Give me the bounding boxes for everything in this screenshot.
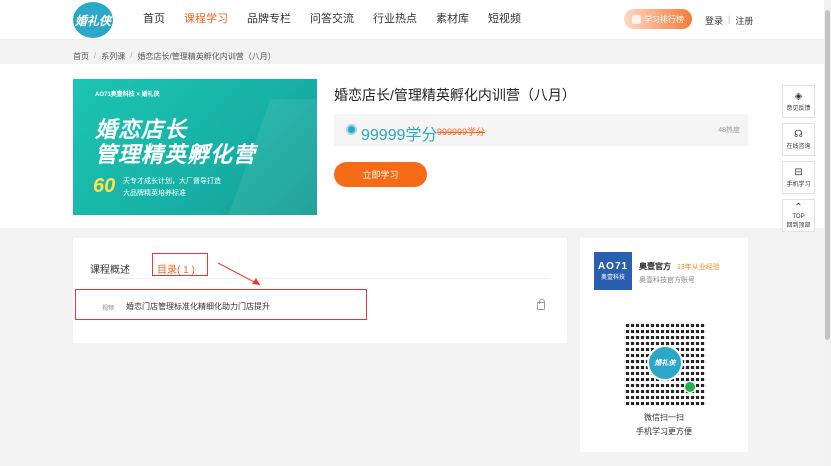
auth-links: 登录 | 注册 (705, 14, 753, 27)
auth-separator: | (728, 14, 731, 24)
trophy-icon (632, 14, 641, 24)
mobile-learning-label: 手机学习 (786, 182, 811, 188)
banner-number: 60 (93, 175, 116, 197)
catalog-highlight-box (152, 253, 208, 276)
banner-subtitle1: 天专才成长计划，大厂督导打造 (123, 178, 221, 185)
feedback-tool[interactable]: ◈ 意见反馈 (782, 85, 815, 118)
org-logo[interactable]: AO71 奥壹科技 (594, 252, 632, 290)
org-logo-line1: AO71 (597, 261, 629, 272)
back-to-top-tool[interactable]: ⌃ TOP 回到顶部 (782, 199, 815, 232)
scrollbar-thumb[interactable] (825, 10, 830, 340)
tab-overview[interactable]: 课程概述 (90, 261, 130, 276)
page-scrollbar[interactable] (824, 0, 831, 466)
organization-panel: AO71 奥壹科技 奥壹官方 13年从业经验 奥壹科技官方账号 婚礼侠 微信扫一… (580, 238, 748, 452)
breadcrumb-series[interactable]: 系列课 (101, 51, 125, 62)
price-box: 99999学分 999999学分 48热度 (334, 114, 748, 146)
consult-label: 在线咨询 (786, 144, 811, 150)
learning-rank-button[interactable]: 学习排行榜 (624, 9, 692, 29)
org-experience: 13年从业经验 (677, 264, 720, 271)
course-banner: AO71奥壹科技 × 婚礼侠 婚恋店长 管理精英孵化营 60 天专才成长计划，大… (73, 79, 317, 215)
register-link[interactable]: 注册 (735, 14, 753, 27)
banner-subtitle2: 大品牌精英培养标准 (123, 190, 186, 197)
breadcrumb-current: 婚恋店长/管理精英孵化内训营（八月） (137, 52, 276, 61)
banner-brand: AO71奥壹科技 × 婚礼侠 (95, 92, 160, 98)
breadcrumb-separator: / (130, 51, 133, 60)
breadcrumb-separator: / (94, 51, 97, 60)
nav-home[interactable]: 首页 (143, 12, 165, 26)
scan-icon: ⊟ (794, 167, 803, 178)
course-price: 99999学分 (361, 127, 438, 144)
scan-benefit: 手机学习更方便 (636, 427, 692, 436)
nav-brand-column[interactable]: 品牌专栏 (247, 12, 291, 26)
nav-industry-news[interactable]: 行业热点 (373, 12, 417, 26)
side-toolbar: ◈ 意见反馈 ☊ 在线咨询 ⊟ 手机学习 ⌃ TOP 回到顶部 (782, 85, 815, 237)
tag-icon: ◈ (794, 91, 803, 102)
lesson-highlight-box (75, 289, 367, 320)
breadcrumb: 首页 / 系列课 / 婚恋店长/管理精英孵化内训营（八月） (73, 51, 276, 62)
org-logo-line2: 奥壹科技 (600, 275, 625, 281)
start-learning-button[interactable]: 立即学习 (334, 162, 427, 187)
back-to-top-label: 回到顶部 (786, 223, 811, 229)
top-icon: ⌃ (794, 202, 803, 213)
site-logo[interactable]: 婚礼侠 (73, 2, 113, 38)
scan-instruction: 微信扫一扫 (644, 413, 684, 422)
lock-icon (537, 299, 545, 310)
qr-center-logo: 婚礼侠 (647, 345, 683, 381)
org-name[interactable]: 奥壹官方 (639, 261, 671, 272)
credit-coin-icon (346, 124, 357, 135)
nav-materials[interactable]: 素材库 (436, 12, 469, 26)
main-nav: 首页 课程学习 品牌专栏 问答交流 行业热点 素材库 短视频 (143, 12, 540, 26)
breadcrumb-home[interactable]: 首页 (73, 51, 89, 62)
annotation-arrow (217, 262, 261, 286)
rank-button-label: 学习排行榜 (644, 14, 684, 24)
mobile-learning-tool[interactable]: ⊟ 手机学习 (782, 161, 815, 194)
course-heat: 48热度 (718, 127, 740, 134)
banner-title-line2: 管理精英孵化营 (95, 142, 257, 167)
course-original-price: 999999学分 (437, 127, 486, 137)
headset-icon: ☊ (794, 129, 803, 140)
tab-divider (90, 278, 550, 279)
online-consult-tool[interactable]: ☊ 在线咨询 (782, 123, 815, 156)
course-card: AO71奥壹科技 × 婚礼侠 婚恋店长 管理精英孵化营 60 天专才成长计划，大… (0, 64, 831, 228)
nav-short-video[interactable]: 短视频 (488, 12, 521, 26)
org-description: 奥壹科技官方账号 (639, 277, 695, 284)
nav-courses[interactable]: 课程学习 (184, 12, 228, 26)
course-title: 婚恋店长/管理精英孵化内训营（八月） (334, 87, 576, 103)
course-content-panel: 课程概述 目录( 1 ) 视频 婚恋门店管理标准化精细化助力门店提升 (73, 238, 567, 343)
login-link[interactable]: 登录 (705, 14, 723, 27)
wechat-mini-program-icon (684, 381, 696, 393)
feedback-label: 意见反馈 (786, 106, 811, 112)
top-header: 婚礼侠 首页 课程学习 品牌专栏 问答交流 行业热点 素材库 短视频 学习排行榜… (0, 0, 831, 40)
nav-qa[interactable]: 问答交流 (310, 12, 354, 26)
